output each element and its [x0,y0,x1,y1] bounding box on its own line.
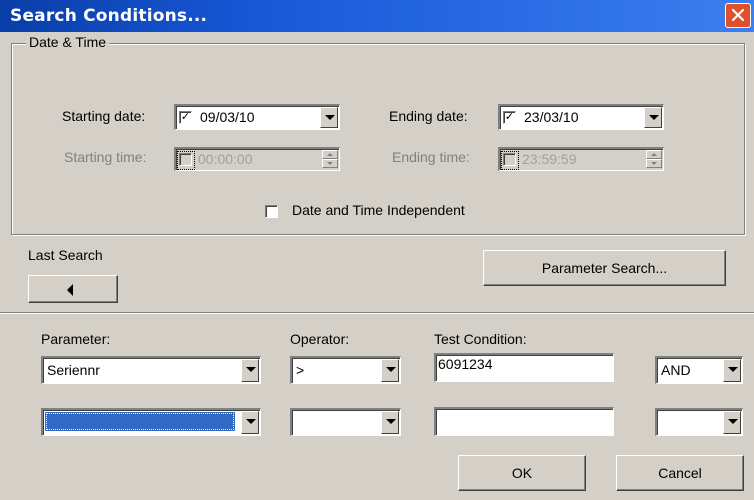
date-time-independent-label[interactable]: Date and Time Independent [292,202,465,218]
parameter-search-label: Parameter Search... [541,260,668,276]
operator-select-2[interactable] [290,408,401,436]
starting-date-dropdown-button[interactable] [320,107,338,128]
logic-value: AND [661,362,691,378]
chevron-down-icon [728,367,738,372]
starting-date-checkbox[interactable]: ✓ [179,111,192,124]
chevron-down-icon [649,115,659,120]
starting-date-value: 09/03/10 [200,109,255,125]
parameter-header: Parameter: [41,331,111,347]
window-title: Search Conditions... [10,6,208,26]
test-condition-input-2[interactable] [434,407,614,436]
chevron-down-icon [246,419,256,424]
spin-down-icon [327,162,333,165]
chevron-down-icon [728,419,738,424]
chevron-down-icon [246,367,256,372]
ending-date-value: 23/03/10 [524,109,579,125]
starting-time-spin-up [322,150,338,159]
starting-time-picker: 00:00:00 [174,147,340,171]
parameter-dropdown-button[interactable] [241,359,259,382]
starting-date-picker[interactable]: ✓ 09/03/10 [174,104,340,130]
spin-up-icon [651,153,657,156]
starting-time-label: Starting time: [64,149,147,165]
arrow-left-icon [67,284,73,296]
ok-label: OK [511,465,533,481]
starting-date-label: Starting date: [62,108,146,124]
ending-time-label: Ending time: [392,149,470,165]
starting-time-value: 00:00:00 [198,151,253,167]
section-separator [0,312,754,314]
ending-date-dropdown-button[interactable] [644,107,662,128]
spin-down-icon [651,162,657,165]
chevron-down-icon [325,115,335,120]
date-time-independent-checkbox[interactable] [265,205,278,218]
dialog-body: Date & Time Starting date: ✓ 09/03/10 En… [0,32,754,500]
test-condition-input[interactable]: 6091234 [434,353,614,382]
last-search-label: Last Search [28,247,103,263]
ending-date-picker[interactable]: ✓ 23/03/10 [498,104,664,130]
chevron-down-icon [386,419,396,424]
operator-value: > [296,362,305,378]
last-search-back-button[interactable] [28,275,118,303]
starting-time-focus [177,151,195,170]
logic-dropdown-button-2[interactable] [723,411,741,434]
chevron-down-icon [386,367,396,372]
operator-select[interactable]: > [290,356,401,384]
operator-dropdown-button-2[interactable] [381,411,399,434]
ending-date-label: Ending date: [389,108,468,124]
cancel-button[interactable]: Cancel [616,455,744,491]
parameter-select-2[interactable] [41,408,261,436]
parameter-select[interactable]: Seriennr [41,356,261,384]
ending-date-checkbox[interactable]: ✓ [503,111,516,124]
ending-time-focus [501,151,519,170]
operator-dropdown-button[interactable] [381,359,399,382]
ending-time-spin-down [646,159,662,168]
title-bar: Search Conditions... [0,0,754,32]
logic-select[interactable]: AND [655,356,743,384]
logic-dropdown-button[interactable] [723,359,741,382]
close-button[interactable] [725,3,751,28]
operator-header: Operator: [290,331,350,347]
test-condition-header: Test Condition: [434,331,527,347]
parameter-search-button[interactable]: Parameter Search... [483,250,726,286]
test-condition-value: 6091234 [438,356,493,372]
spin-up-icon [327,153,333,156]
parameter-dropdown-button-2[interactable] [241,411,259,434]
ending-time-spin-up [646,150,662,159]
ending-time-value: 23:59:59 [522,151,577,167]
starting-time-spin-down [322,159,338,168]
close-icon [731,8,745,22]
ending-time-picker: 23:59:59 [498,147,664,171]
cancel-label: Cancel [658,465,702,481]
parameter-value: Seriennr [47,362,100,378]
ok-button[interactable]: OK [458,455,586,491]
logic-select-2[interactable] [655,408,743,436]
parameter-selection-highlight [45,412,235,431]
date-time-legend: Date & Time [26,34,110,50]
